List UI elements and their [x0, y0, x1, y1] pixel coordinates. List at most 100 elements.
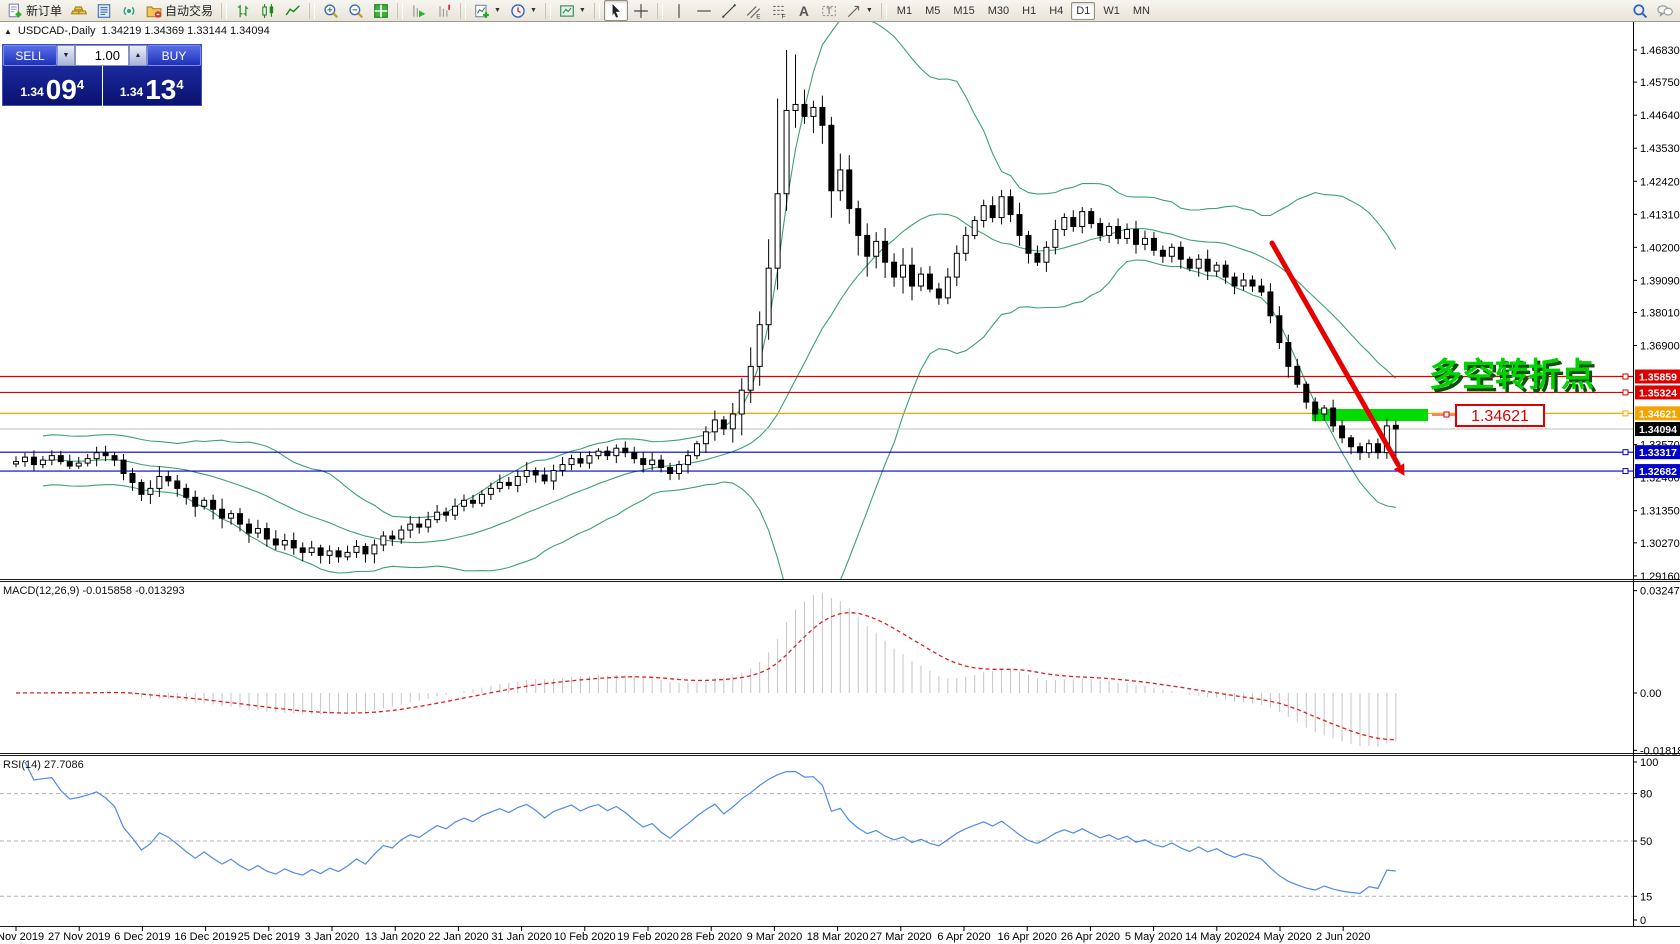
date-axis-label: 27 Nov 2019 — [48, 931, 110, 943]
date-axis-label: 24 May 2020 — [1248, 931, 1312, 943]
crosshair-button[interactable] — [629, 0, 653, 21]
clock-icon — [510, 3, 526, 19]
date-axis-label: 8 Nov 2019 — [0, 931, 44, 943]
volume-increase-button[interactable]: ▲ — [129, 45, 147, 66]
timeframe-h4-button[interactable]: H4 — [1044, 2, 1068, 20]
price-badge-text: 1.33317 — [1639, 447, 1677, 459]
dropdown-caret-icon[interactable]: ▼ — [530, 7, 537, 14]
horizontal-line-icon — [696, 3, 712, 19]
tile-windows-button[interactable] — [369, 0, 393, 21]
periods-button[interactable]: ▼ — [506, 0, 541, 21]
toolbar: 新订单 自动交易 ▼ ▼ ▼ EFAT ▼ M1M5M15M30H1H4D1W1MN — [0, 0, 1680, 22]
date-axis-label: 25 Dec 2019 — [238, 931, 300, 943]
buy-button[interactable]: BUY — [147, 45, 201, 66]
rsi-pane — [0, 762, 1633, 896]
market-depth-button[interactable] — [92, 0, 116, 21]
date-axis-label: 31 Jan 2020 — [491, 931, 552, 943]
price-axis-tick: 1.42420 — [1640, 176, 1680, 188]
horizontal-line-button[interactable] — [692, 0, 716, 21]
text-label-button[interactable]: T — [817, 0, 841, 21]
new-order-button[interactable]: 新订单 — [3, 0, 66, 21]
text-button[interactable]: A — [792, 0, 816, 21]
chat-button[interactable] — [1653, 0, 1677, 21]
date-axis-label: 13 Jan 2020 — [365, 931, 426, 943]
svg-text:A: A — [799, 4, 809, 19]
search-button[interactable] — [1628, 0, 1652, 21]
chart-shift-button[interactable] — [432, 0, 456, 21]
ohlc-bars-icon — [235, 3, 251, 19]
dropdown-caret-icon[interactable]: ▼ — [579, 7, 586, 14]
auto-scroll-button[interactable] — [407, 0, 431, 21]
rsi-axis-tick: 15 — [1640, 891, 1652, 903]
trend-arrow[interactable] — [1272, 243, 1404, 476]
bollinger-upper-line — [43, 22, 1396, 518]
bar-chart-button[interactable] — [231, 0, 255, 21]
timeframe-m30-button[interactable]: M30 — [983, 2, 1014, 20]
timeframe-m1-button[interactable]: M1 — [892, 2, 917, 20]
gold-icon — [71, 3, 87, 19]
level-endpoint-marker[interactable] — [1623, 450, 1628, 455]
timeframe-h1-button[interactable]: H1 — [1017, 2, 1041, 20]
indicators-icon — [474, 3, 490, 19]
date-axis-label: 6 Apr 2020 — [937, 931, 990, 943]
date-axis-label: 26 Apr 2020 — [1061, 931, 1120, 943]
chart-quick-nav-icon[interactable]: ▲ — [4, 27, 12, 36]
level-endpoint-marker[interactable] — [1623, 390, 1628, 395]
timeframe-m5-button[interactable]: M5 — [920, 2, 945, 20]
vertical-line-button[interactable] — [667, 0, 691, 21]
level-endpoint-marker[interactable] — [1623, 374, 1628, 379]
level-endpoint-marker[interactable] — [1623, 411, 1628, 416]
timeframe-d1-button[interactable]: D1 — [1071, 2, 1095, 20]
auto-trading-button[interactable]: 自动交易 — [142, 0, 217, 21]
date-axis-label: 3 Jan 2020 — [305, 931, 359, 943]
rsi-axis-tick: 100 — [1640, 757, 1658, 769]
price-axis-tick: 1.30270 — [1640, 538, 1680, 550]
zoom-out-button[interactable] — [344, 0, 368, 21]
macd-axis-tick: 0.032478 — [1640, 586, 1680, 598]
new-order-icon — [7, 3, 23, 19]
volume-input[interactable]: 1.00 — [75, 45, 129, 66]
chart-area[interactable]: 多空转折点多空转折点1.34621MACD(12,26,9) -0.015858… — [0, 22, 1680, 944]
timeframe-mn-button[interactable]: MN — [1128, 2, 1155, 20]
trendline-icon — [721, 3, 737, 19]
arrows-button[interactable]: ▼ — [842, 0, 877, 21]
crosshair-icon — [633, 3, 649, 19]
buy-price-display[interactable]: 1.34 13 4 — [103, 66, 202, 106]
level-endpoint-marker[interactable] — [1623, 469, 1628, 474]
line-chart-button[interactable] — [281, 0, 305, 21]
date-axis-label: 10 Feb 2020 — [554, 931, 616, 943]
macd-pane — [16, 593, 1396, 746]
timeframe-m15-button[interactable]: M15 — [948, 2, 979, 20]
price-badge-text: 1.35324 — [1639, 387, 1677, 399]
candles-icon — [260, 3, 276, 19]
cursor-button[interactable] — [604, 0, 628, 21]
volume-decrease-button[interactable]: ▼ — [57, 45, 75, 66]
arrows-icon — [846, 3, 862, 19]
date-axis-label: 18 Mar 2020 — [807, 931, 869, 943]
price-axis-tick: 1.41310 — [1640, 209, 1680, 221]
turning-point-text[interactable]: 多空转折点 — [1429, 356, 1594, 393]
timeframe-w1-button[interactable]: W1 — [1098, 2, 1125, 20]
sell-price-display[interactable]: 1.34 09 4 — [3, 66, 103, 106]
buy-price-pip: 4 — [176, 77, 183, 92]
price-axis-tick: 1.46830 — [1640, 45, 1680, 57]
zoom-in-button[interactable] — [319, 0, 343, 21]
gold-chart-button[interactable] — [67, 0, 91, 21]
templates-button[interactable]: ▼ — [555, 0, 590, 21]
sell-button[interactable]: SELL — [3, 45, 57, 66]
signals-button[interactable] — [117, 0, 141, 21]
fibonacci-button[interactable]: F — [767, 0, 791, 21]
buy-price-head: 1.34 — [120, 85, 143, 99]
indicators-button[interactable]: ▼ — [470, 0, 505, 21]
equidistant-channel-button[interactable]: E — [742, 0, 766, 21]
search-icon — [1632, 3, 1648, 19]
trendline-button[interactable] — [717, 0, 741, 21]
dropdown-caret-icon[interactable]: ▼ — [866, 7, 873, 14]
candlestick-chart-button[interactable] — [256, 0, 280, 21]
date-axis-label: 27 Mar 2020 — [870, 931, 932, 943]
dropdown-caret-icon[interactable]: ▼ — [494, 7, 501, 14]
rsi-line — [25, 762, 1396, 893]
cursor-icon — [608, 3, 624, 19]
price-axis-tick: 1.45750 — [1640, 77, 1680, 89]
rsi-axis-tick: 50 — [1640, 836, 1652, 848]
